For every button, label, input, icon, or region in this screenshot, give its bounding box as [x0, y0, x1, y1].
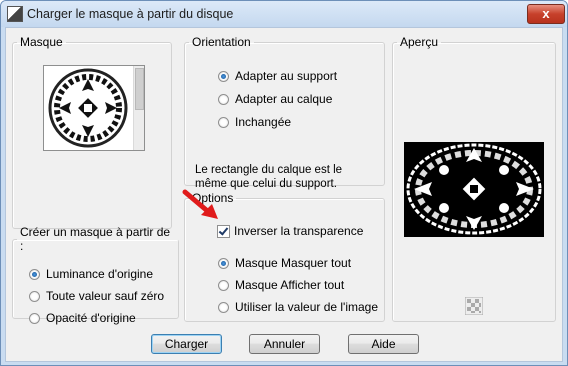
orientation-group: Orientation Adapter au support Adapter a…	[184, 35, 385, 190]
help-button[interactable]: Aide	[348, 334, 419, 354]
radio-luminance-button[interactable]	[29, 268, 40, 280]
radio-unchanged-button[interactable]	[218, 116, 229, 128]
radio-fit-layer-button[interactable]	[218, 93, 229, 105]
radio-nonzero[interactable]: Toute valeur sauf zéro	[29, 289, 164, 303]
orientation-label: Orientation	[192, 35, 251, 49]
radio-hide-all-button[interactable]	[218, 257, 229, 269]
app-icon	[7, 6, 23, 22]
mask-group: Masque	[12, 35, 172, 229]
radio-fit-canvas[interactable]: Adapter au support	[218, 69, 337, 83]
title-bar[interactable]: Charger le masque à partir du disque x	[1, 1, 567, 27]
radio-nonzero-label: Toute valeur sauf zéro	[46, 289, 165, 303]
radio-image-value-label: Utiliser la valeur de l'image	[235, 300, 379, 314]
preview-image	[404, 142, 544, 237]
radio-unchanged[interactable]: Inchangée	[218, 115, 291, 129]
radio-unchanged-label: Inchangée	[235, 115, 292, 129]
mask-source-group: Créer un masque à partir de : Luminance …	[12, 225, 179, 325]
radio-image-value[interactable]: Utiliser la valeur de l'image	[218, 300, 378, 314]
orientation-note: Le rectangle du calque est le même que c…	[195, 164, 343, 190]
invert-transparency-checkbox[interactable]: Inverser la transparence	[217, 224, 363, 238]
radio-luminance[interactable]: Luminance d'origine	[29, 267, 153, 281]
radio-hide-all-label: Masque Masquer tout	[235, 256, 352, 270]
radio-fit-layer-label: Adapter au calque	[235, 92, 333, 106]
load-button[interactable]: Charger	[151, 334, 222, 354]
radio-nonzero-button[interactable]	[29, 290, 40, 302]
dialog-window: Charger le masque à partir du disque x M…	[0, 0, 568, 366]
mask-thumbnail-list[interactable]	[43, 65, 145, 151]
close-button[interactable]: x	[527, 4, 565, 24]
radio-opacity-button[interactable]	[29, 312, 40, 324]
radio-luminance-label: Luminance d'origine	[46, 267, 154, 281]
preview-label: Aperçu	[400, 35, 439, 49]
thumbnail-scrollbar[interactable]	[133, 66, 144, 150]
invert-transparency-box[interactable]	[217, 224, 230, 238]
annotation-arrow-icon	[182, 189, 218, 219]
mask-group-label: Masque	[20, 35, 63, 49]
mask-thumbnail[interactable]	[45, 67, 131, 149]
radio-image-value-button[interactable]	[218, 301, 229, 313]
radio-fit-canvas-label: Adapter au support	[235, 69, 338, 83]
radio-fit-canvas-button[interactable]	[218, 70, 229, 82]
scrollbar-thumb[interactable]	[135, 68, 144, 110]
radio-fit-layer[interactable]: Adapter au calque	[218, 92, 332, 106]
radio-show-all-label: Masque Afficher tout	[235, 278, 345, 292]
invert-transparency-label: Inverser la transparence	[234, 224, 364, 238]
mask-source-label: Créer un masque à partir de :	[20, 225, 171, 253]
cancel-button[interactable]: Annuler	[249, 334, 320, 354]
radio-show-all[interactable]: Masque Afficher tout	[218, 278, 344, 292]
radio-hide-all[interactable]: Masque Masquer tout	[218, 256, 351, 270]
radio-show-all-button[interactable]	[218, 279, 229, 291]
preview-group: Aperçu	[392, 35, 556, 322]
transparency-checker-icon[interactable]	[465, 297, 483, 315]
dialog-body: Masque Créer un masque à partir de : Lum…	[5, 27, 563, 362]
radio-opacity-label: Opacité d'origine	[46, 311, 136, 325]
window-title: Charger le masque à partir du disque	[27, 7, 234, 21]
radio-opacity[interactable]: Opacité d'origine	[29, 311, 136, 325]
